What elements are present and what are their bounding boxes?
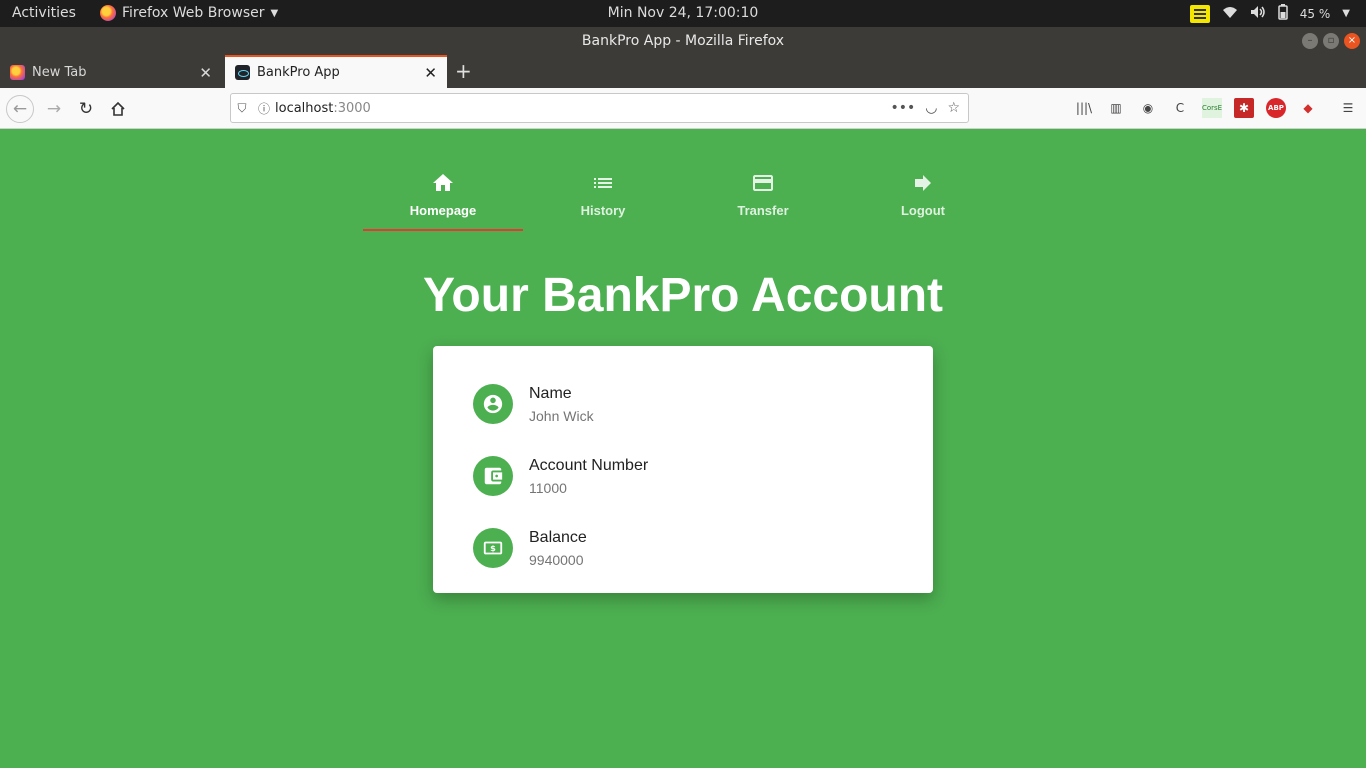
balance-value: 9940000 [529,551,584,568]
list-item-name: Name John Wick [433,368,933,440]
svg-text:$: $ [490,543,496,553]
nav-label: Homepage [409,203,477,218]
window-title-bar: BankPro App - Mozilla Firefox – ▫ × [0,27,1366,55]
adblock-icon[interactable]: ABP [1266,98,1286,118]
maximize-icon[interactable]: ▫ [1323,33,1339,49]
url-bar[interactable]: ⛉ ⓘ localhost:3000 ••• ◡ ☆ [230,93,969,123]
firefox-icon [10,65,25,80]
battery-percent: 45 % [1299,6,1331,21]
account-number-value: 11000 [529,479,567,496]
nav-homepage[interactable]: Homepage [363,163,523,231]
more-icon[interactable]: ••• [890,100,915,116]
new-tab-button[interactable]: + [455,59,472,83]
tab-new-tab[interactable]: New Tab ✕ [0,57,222,88]
chevron-down-icon: ▼ [1342,8,1350,19]
info-icon[interactable]: ⓘ [253,100,275,117]
list-icon [594,178,612,188]
tab-label: New Tab [32,65,87,80]
system-tray[interactable]: 45 % ▼ [1189,4,1350,23]
reload-button[interactable]: ↻ [72,95,100,123]
cors-extension-icon[interactable]: Cors E [1202,98,1222,118]
nav-logout[interactable]: Logout [843,163,1003,231]
puzzle-extension-icon[interactable]: ✱ [1234,98,1254,118]
list-item-account-number: Account Number 11000 [433,440,933,512]
credit-card-icon [753,175,773,191]
name-value: John Wick [529,407,594,424]
nav-label: Logout [900,203,946,218]
app-nav: Homepage History Transfer Logout [363,163,1003,231]
volume-icon [1250,5,1266,22]
extension-toolbar: |||\ ▥ ◉ C Cors E ✱ ABP ◆ ☰ [1074,98,1358,118]
star-icon[interactable]: ☆ [947,100,960,116]
sidebar-icon[interactable]: ▥ [1106,98,1126,118]
wifi-icon [1222,5,1238,22]
hamburger-menu-icon[interactable]: ☰ [1338,98,1358,118]
shield-icon[interactable]: ⛉ [231,101,253,116]
react-icon [235,65,250,80]
close-icon[interactable]: × [1344,33,1360,49]
window-title: BankPro App - Mozilla Firefox [581,33,785,49]
firefox-icon [100,5,116,21]
money-icon: $ [473,528,513,568]
back-button[interactable]: ← [6,95,34,123]
tab-label: BankPro App [257,65,340,80]
browser-toolbar: ← → ↻ ⛉ ⓘ localhost:3000 ••• ◡ ☆ |||\ ▥ … [0,88,1366,129]
cors-label: Cors [1201,104,1218,112]
balance-label: Balance [529,528,587,546]
extension-c-icon[interactable]: C [1170,98,1190,118]
notes-icon[interactable] [1189,4,1210,23]
app-menu[interactable]: Firefox Web Browser ▼ [100,5,278,21]
app-menu-label: Firefox Web Browser [122,5,265,21]
tab-strip: New Tab ✕ BankPro App ✕ + [0,55,1366,88]
eraser-icon[interactable]: ◆ [1298,98,1318,118]
battery-icon [1278,4,1288,23]
chevron-down-icon: ▼ [270,7,279,19]
account-icon[interactable]: ◉ [1138,98,1158,118]
nav-history[interactable]: History [523,163,683,231]
home-button[interactable] [104,95,132,123]
tab-bankpro-app[interactable]: BankPro App ✕ [225,55,447,88]
account-card: Name John Wick Account Number 11000 $ Ba… [433,346,933,593]
home-icon [433,174,453,191]
name-label: Name [529,384,572,402]
minimize-icon[interactable]: – [1302,33,1318,49]
nav-transfer[interactable]: Transfer [683,163,843,231]
library-icon[interactable]: |||\ [1074,98,1094,118]
close-icon[interactable]: ✕ [199,64,212,82]
account-number-label: Account Number [529,456,649,474]
list-item-balance: $ Balance 9940000 [433,512,933,584]
window-controls: – ▫ × [1302,33,1360,49]
activities-button[interactable]: Activities [12,5,76,21]
close-icon[interactable]: ✕ [424,64,437,82]
wallet-icon [473,456,513,496]
forward-button[interactable]: → [40,95,68,123]
page-title: Your BankPro Account [422,269,944,322]
os-top-bar: Activities Firefox Web Browser ▼ Min Nov… [0,0,1366,27]
url-host: localhost [275,100,334,116]
url-port: :3000 [333,100,371,116]
account-circle-icon [473,384,513,424]
cors-label-2: E [1217,104,1223,112]
nav-label: Transfer [737,203,789,218]
pocket-icon[interactable]: ◡ [925,100,937,116]
arrow-right-icon [915,175,931,191]
nav-label: History [580,203,626,218]
